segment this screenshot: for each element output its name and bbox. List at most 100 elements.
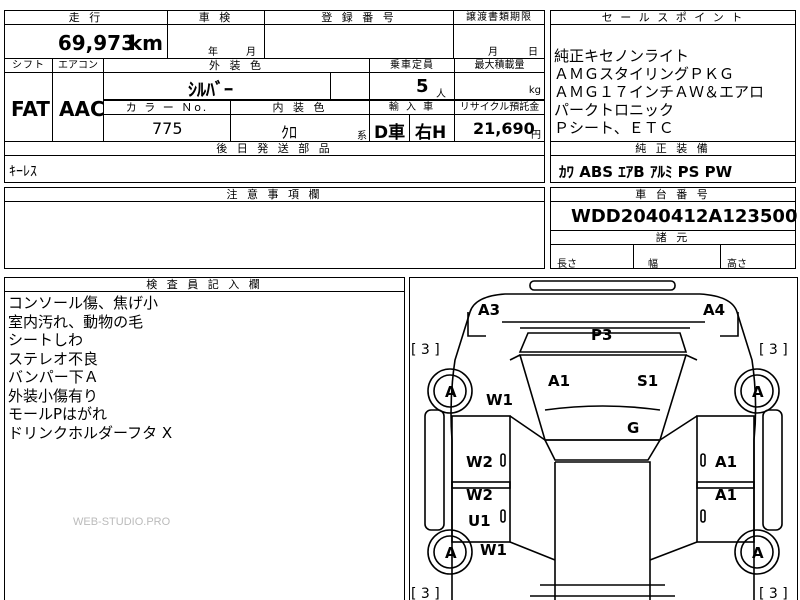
damage-mark-a1-right-front: A1 bbox=[715, 453, 737, 471]
capacity-header: 乗車定員 bbox=[369, 58, 455, 73]
sales-point-line: パークトロニック bbox=[554, 101, 675, 119]
tire-tread-bottom-left: [ 3 ] bbox=[411, 586, 440, 600]
interior-color-suffix: 系 bbox=[357, 131, 367, 142]
tire-tread-top-right: [ 3 ] bbox=[759, 342, 788, 358]
recycle-header: リサイクル預託金 bbox=[454, 100, 545, 115]
shift-value: FAT bbox=[11, 97, 50, 121]
damage-mark-a3: A3 bbox=[478, 301, 500, 319]
inspector-note: シートしわ bbox=[8, 331, 84, 349]
later-parts-header: 後 日 発 送 部 品 bbox=[4, 141, 545, 156]
later-parts-cell: ｷｰﾚｽ bbox=[4, 155, 545, 183]
import-dealer-cell: D車 bbox=[369, 114, 410, 143]
right-sill-shape bbox=[762, 409, 783, 531]
damage-mark-a-wheel-lr: A bbox=[445, 544, 457, 562]
chassis-cell: WDD2040412A123500 bbox=[550, 201, 798, 231]
odometer-unit: km bbox=[128, 31, 163, 55]
damage-mark-a4: A4 bbox=[703, 301, 725, 319]
roof-shape bbox=[518, 354, 688, 441]
max-load-header: 最大積載量 bbox=[454, 58, 545, 73]
rear-bumper-shape bbox=[530, 584, 675, 597]
sales-point-line: ＡＭＧスタイリングＰＫＧ bbox=[554, 65, 735, 83]
inspector-notes-cell: コンソール傷、焦げ小 室内汚れ、動物の毛 シートしわ ステレオ不良 バンパー下Ａ… bbox=[4, 291, 405, 600]
capacity-unit: 人 bbox=[436, 89, 446, 100]
aircon-header: エアコン bbox=[52, 58, 104, 73]
damage-mark-a-wheel-rf: A bbox=[752, 383, 764, 401]
transfer-day-label: 日 bbox=[528, 47, 538, 58]
inspector-note: 室内汚れ、動物の毛 bbox=[8, 312, 144, 331]
length-label: 長さ bbox=[557, 259, 577, 270]
registration-cell bbox=[264, 24, 454, 59]
transfer-deadline-header: 譲渡書類期限 bbox=[453, 10, 545, 25]
damage-mark-u1: U1 bbox=[468, 512, 491, 530]
left-sill-shape bbox=[424, 409, 445, 531]
inspector-note: コンソール傷、焦げ小 bbox=[8, 294, 159, 312]
inspector-note: ドリンクホルダーフタ X bbox=[8, 423, 173, 442]
recycle-unit: 円 bbox=[531, 130, 541, 141]
damage-mark-w1-left: W1 bbox=[486, 391, 513, 409]
registration-header: 登 録 番 号 bbox=[264, 10, 454, 25]
recycle-cell: 21,690 円 bbox=[454, 114, 545, 142]
odometer-header: 走 行 bbox=[4, 10, 168, 25]
color-no-cell: 775 bbox=[103, 114, 231, 142]
inspection-cell: 年 月 bbox=[167, 24, 265, 59]
damage-mark-p3: P3 bbox=[591, 326, 612, 344]
shift-header: シフト bbox=[4, 58, 53, 73]
inspection-year-label: 年 bbox=[208, 47, 218, 58]
inspection-month-label: 月 bbox=[246, 47, 256, 58]
color-no-value: 775 bbox=[152, 119, 183, 138]
car-diagram-panel: A3 A4 P3 A1 S1 G W1 W2 W2 U1 W1 A1 A1 A … bbox=[409, 277, 798, 600]
width-cell: 幅 bbox=[633, 244, 721, 270]
car-diagram: A3 A4 P3 A1 S1 G W1 W2 W2 U1 W1 A1 A1 A … bbox=[411, 280, 788, 600]
inspection-header: 車 検 bbox=[167, 10, 265, 25]
caution-cell bbox=[4, 201, 545, 269]
damage-mark-a1-roof: A1 bbox=[548, 372, 570, 390]
transfer-deadline-cell: 月 日 bbox=[453, 24, 545, 59]
interior-color-value: ｸﾛ bbox=[281, 123, 298, 142]
watermark: WEB-STUDIO.PRO bbox=[73, 516, 171, 528]
max-load-unit: kg bbox=[528, 85, 541, 96]
length-cell: 長さ bbox=[550, 244, 634, 270]
exterior-color-extra-cell bbox=[330, 72, 370, 100]
door-handle-shape bbox=[700, 509, 706, 523]
max-load-cell: kg bbox=[454, 72, 545, 100]
interior-color-header: 内 装 色 bbox=[230, 100, 370, 115]
inspector-note: ステレオ不良 bbox=[8, 349, 99, 368]
door-handle-shape bbox=[500, 509, 506, 523]
sales-points-cell: 純正キセノンライト ＡＭＧスタイリングＰＫＧ ＡＭＧ１７インチＡＷ＆エアロ パー… bbox=[550, 24, 796, 142]
shift-cell: FAT bbox=[4, 72, 53, 142]
sales-point-line: ＡＭＧ１７インチＡＷ＆エアロ bbox=[554, 83, 765, 101]
damage-mark-a1-right-rear: A1 bbox=[715, 486, 737, 504]
steering-value: 右H bbox=[415, 123, 447, 143]
capacity-value: 5 bbox=[416, 76, 429, 97]
damage-mark-a-wheel-rr: A bbox=[752, 544, 764, 562]
trunk-shape bbox=[554, 461, 651, 600]
inspector-note: モールPはがれ bbox=[8, 405, 108, 423]
color-no-header: カ ラ ー Ｎo. bbox=[103, 100, 231, 115]
transfer-month-label: 月 bbox=[488, 47, 498, 58]
rear-window-shape bbox=[543, 439, 662, 461]
later-parts-value: ｷｰﾚｽ bbox=[9, 164, 37, 180]
height-label: 高さ bbox=[727, 259, 747, 270]
steering-cell: 右H bbox=[409, 114, 455, 143]
equipment-header: 純 正 装 備 bbox=[550, 141, 796, 156]
caution-header: 注 意 事 項 欄 bbox=[4, 187, 545, 202]
interior-color-cell: ｸﾛ 系 bbox=[230, 114, 370, 142]
sales-points-header: セ ー ル ス ポ イ ン ト bbox=[550, 10, 796, 25]
chassis-number: WDD2040412A123500 bbox=[571, 206, 798, 227]
roof-panel-shape bbox=[544, 405, 661, 411]
exterior-color-cell: ｼﾙﾊﾞｰ bbox=[103, 72, 331, 101]
recycle-value: 21,690 bbox=[473, 119, 535, 138]
sales-point-line: Ｐシート、ＥＴＣ bbox=[554, 119, 674, 137]
inspector-notes-header: 検 査 員 記 入 欄 bbox=[4, 277, 405, 292]
damage-mark-s1: S1 bbox=[637, 372, 658, 390]
aircon-value: AAC bbox=[59, 97, 105, 121]
front-bumper-shape bbox=[529, 280, 676, 291]
exterior-color-header: 外 装 色 bbox=[103, 58, 370, 73]
exterior-color-value: ｼﾙﾊﾞｰ bbox=[188, 80, 233, 101]
door-handle-shape bbox=[500, 453, 506, 467]
width-label: 幅 bbox=[648, 259, 658, 270]
dims-header: 諸 元 bbox=[550, 230, 796, 245]
odometer-cell: 69,973 km bbox=[4, 24, 168, 59]
damage-mark-w2-left-rear: W2 bbox=[466, 486, 493, 504]
left-front-door-shape bbox=[451, 415, 511, 489]
